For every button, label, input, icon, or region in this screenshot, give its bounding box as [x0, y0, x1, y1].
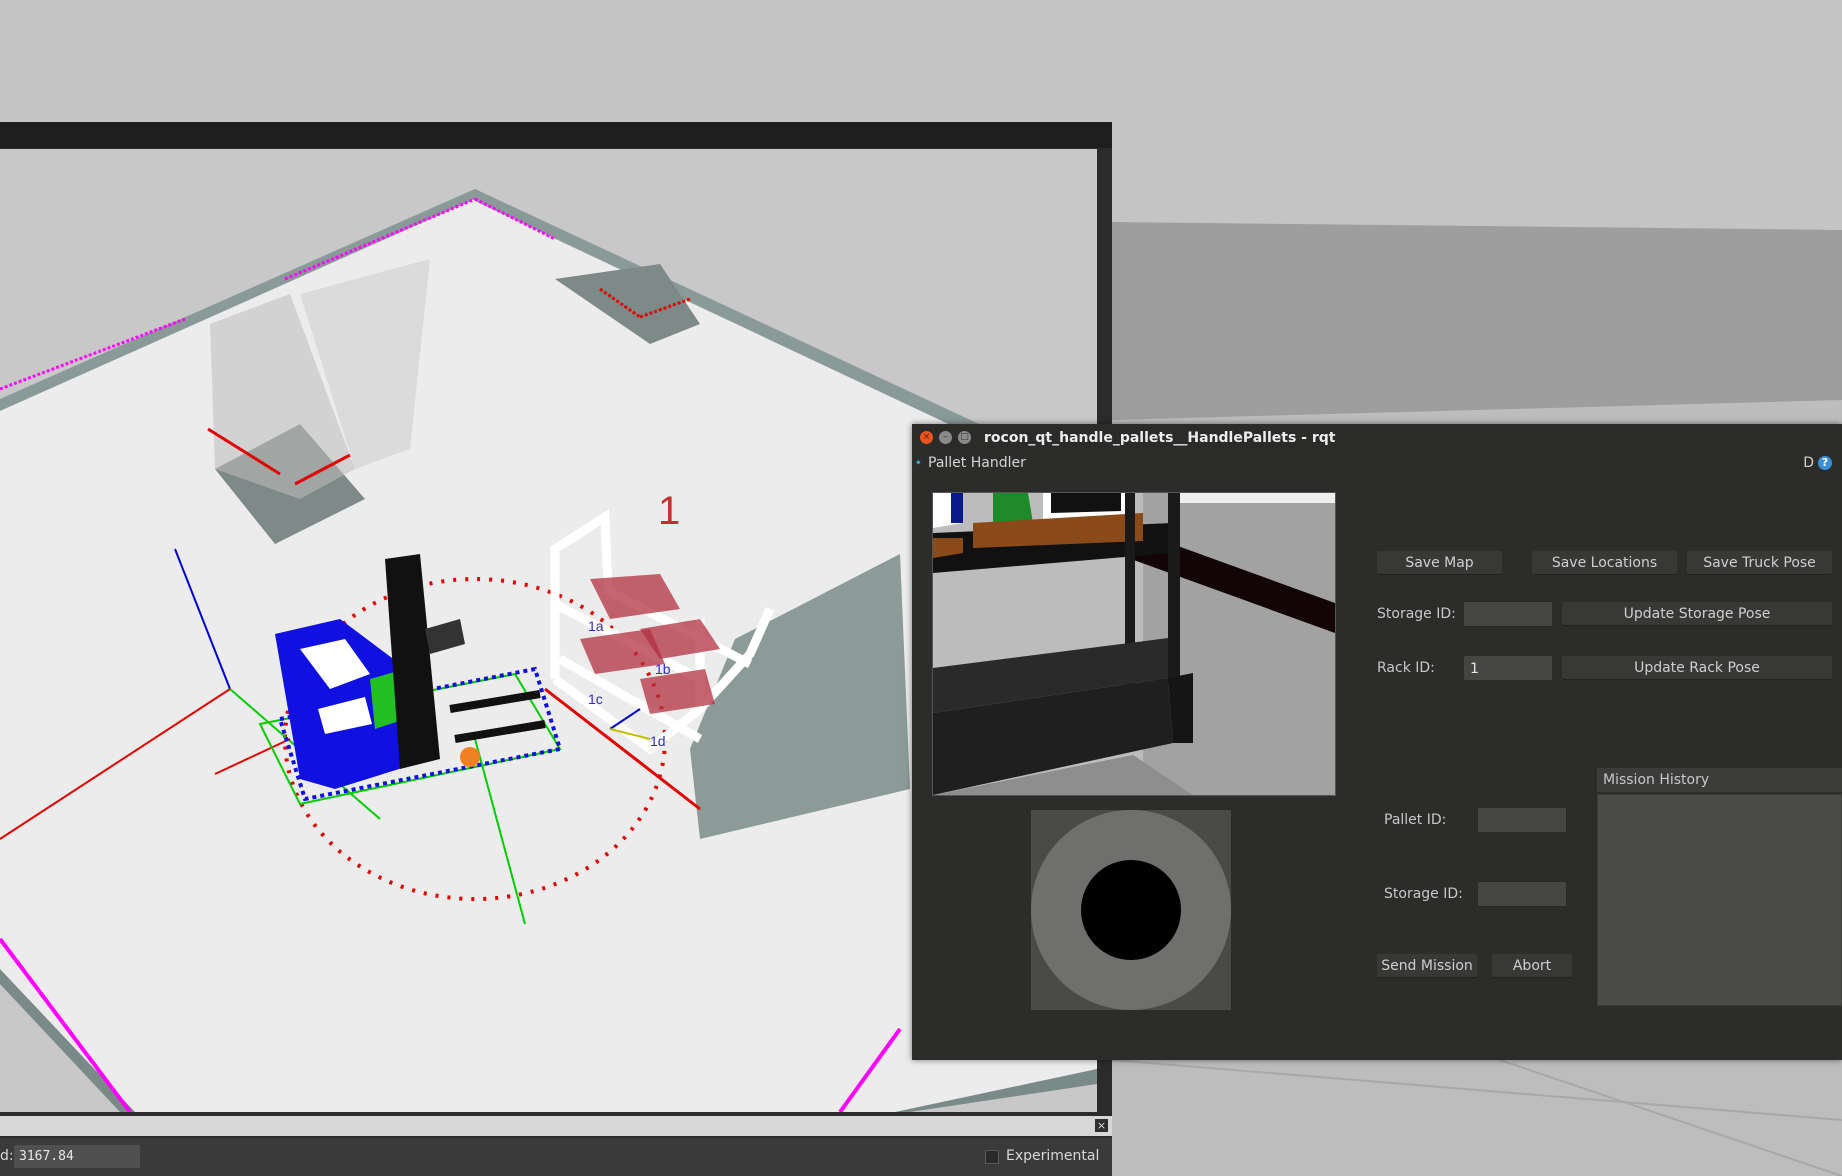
slot-label-1b: 1b [655, 661, 671, 677]
rack-id-input[interactable]: 1 [1463, 655, 1553, 681]
camera-view [932, 492, 1336, 796]
pallet-id-label: Pallet ID: [1384, 812, 1447, 828]
rviz-text-marker: 1 [658, 489, 680, 533]
status-label: d: [0, 1148, 14, 1164]
plugin-header: ⬩ Pallet Handler D ? [912, 452, 1842, 474]
status-value-field[interactable]: 3167.84 [14, 1145, 140, 1168]
window-title: rocon_qt_handle_pallets__HandlePallets -… [984, 430, 1336, 446]
rqt-window: × – □ rocon_qt_handle_pallets__HandlePal… [912, 424, 1842, 1060]
update-rack-pose-button[interactable]: Update Rack Pose [1562, 656, 1832, 680]
send-mission-button[interactable]: Send Mission [1377, 954, 1477, 978]
storage-id-label: Storage ID: [1377, 606, 1456, 622]
experimental-label: Experimental [1006, 1148, 1100, 1164]
mission-storage-id-input[interactable] [1477, 881, 1567, 907]
abort-button[interactable]: Abort [1492, 954, 1572, 978]
pallet-id-input[interactable] [1477, 807, 1567, 833]
window-maximize-icon[interactable]: □ [958, 431, 971, 444]
save-truck-pose-button[interactable]: Save Truck Pose [1687, 551, 1832, 575]
slot-label-1d: 1d [650, 733, 666, 749]
update-storage-pose-button[interactable]: Update Storage Pose [1562, 602, 1832, 626]
mission-history-header: Mission History [1597, 768, 1842, 792]
mission-history-list[interactable] [1597, 794, 1842, 1006]
status-bar: d: 3167.84 Experimental [0, 1138, 1112, 1176]
joystick-knob[interactable] [1081, 860, 1181, 960]
rviz-title-bar [0, 122, 1112, 148]
help-icon[interactable]: ? [1818, 456, 1832, 470]
save-locations-button[interactable]: Save Locations [1532, 551, 1677, 575]
viewport-bottom-strip: × [0, 1116, 1112, 1136]
rack-id-label: Rack ID: [1377, 660, 1435, 676]
close-icon[interactable]: × [1095, 1119, 1108, 1132]
plugin-title: Pallet Handler [928, 455, 1026, 471]
mission-storage-id-label: Storage ID: [1384, 886, 1463, 902]
rqt-title-bar[interactable]: × – □ rocon_qt_handle_pallets__HandlePal… [912, 424, 1842, 453]
camera-image [933, 493, 1335, 795]
slot-label-1a: 1a [588, 618, 604, 634]
joystick-pad[interactable] [1031, 810, 1231, 1010]
window-minimize-icon[interactable]: – [939, 431, 952, 444]
plugin-d-button[interactable]: D [1803, 455, 1814, 471]
save-map-button[interactable]: Save Map [1377, 551, 1502, 575]
plugin-icon: ⬩ [916, 455, 921, 470]
storage-id-input[interactable] [1463, 601, 1553, 627]
slot-label-1c: 1c [588, 691, 603, 707]
window-close-icon[interactable]: × [920, 431, 933, 444]
experimental-checkbox[interactable] [985, 1150, 999, 1164]
